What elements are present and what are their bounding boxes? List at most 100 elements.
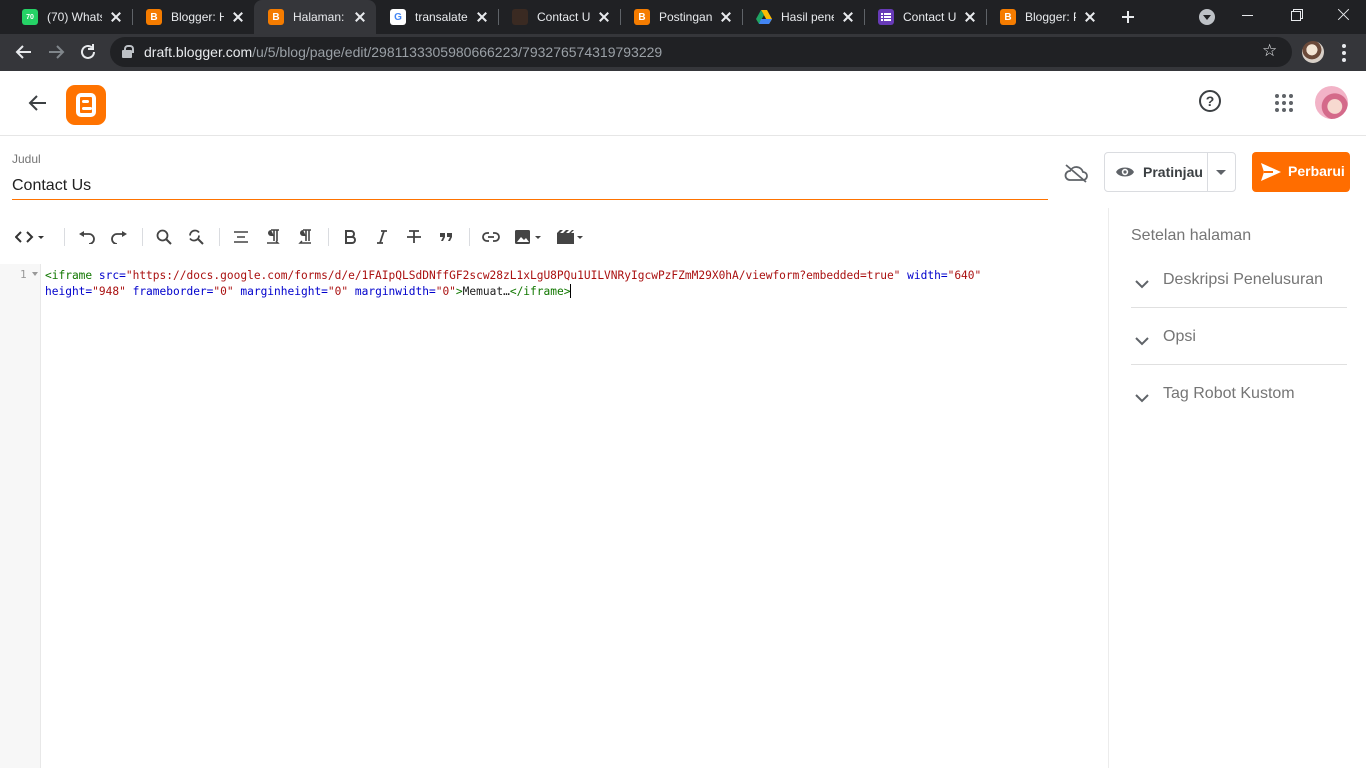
close-tab-icon[interactable] <box>108 9 124 25</box>
browser-tab-contact-us[interactable]: Contact Us <box>498 0 620 34</box>
code-editor[interactable]: 1 <iframe src="https://docs.google.com/f… <box>0 264 1108 768</box>
close-tab-icon[interactable] <box>230 9 246 25</box>
quote-icon[interactable] <box>433 224 459 250</box>
setting-search-description[interactable]: Deskripsi Penelusuran <box>1131 267 1347 324</box>
blogger-icon: B <box>1000 9 1016 25</box>
insert-image-icon[interactable] <box>512 224 544 250</box>
code-attr: height= <box>45 285 93 298</box>
setting-options[interactable]: Opsi <box>1131 324 1347 381</box>
strikethrough-icon[interactable] <box>401 224 427 250</box>
code-string: "0" <box>327 285 349 298</box>
paragraph-ltr-icon[interactable] <box>260 224 286 250</box>
browser-tab-forms-contact[interactable]: Contact Us <box>864 0 986 34</box>
update-label: Perbarui <box>1288 163 1345 179</box>
code-string: "https://docs.google.com/forms/d/e/1FAIp… <box>125 269 901 282</box>
search-icon[interactable] <box>151 224 177 250</box>
browser-tab-blogger-postingan[interactable]: B Blogger: Postingan <box>986 0 1106 34</box>
page-settings-panel: Setelan halaman Deskripsi Penelusuran Op… <box>1108 208 1366 768</box>
drive-icon <box>756 9 772 25</box>
eye-icon <box>1115 164 1135 180</box>
close-tab-icon[interactable] <box>718 9 734 25</box>
italic-icon[interactable] <box>369 224 395 250</box>
tab-title: Halaman: Edit <box>293 10 346 24</box>
google-icon: G <box>390 9 406 25</box>
window-restore-icon[interactable] <box>1290 8 1304 22</box>
window-minimize-icon[interactable] <box>1241 8 1255 22</box>
undo-icon[interactable] <box>74 224 100 250</box>
code-tag: <iframe <box>45 269 93 282</box>
blogger-icon: B <box>146 9 162 25</box>
chevron-down-icon <box>1135 390 1149 403</box>
forward-arrow-icon[interactable] <box>46 42 66 62</box>
insert-video-icon[interactable] <box>554 224 586 250</box>
preview-label: Pratinjau <box>1143 164 1203 180</box>
line-number-gutter: 1 <box>0 264 41 768</box>
close-tab-icon[interactable] <box>962 9 978 25</box>
tab-search-icon[interactable] <box>1199 9 1215 25</box>
url-text[interactable]: draft.blogger.com/u/5/blog/page/edit/298… <box>144 44 662 60</box>
tab-title: Blogger: Postingan <box>1025 10 1076 24</box>
fold-arrow-icon[interactable] <box>32 272 38 276</box>
title-field-label: Judul <box>12 152 41 166</box>
lock-icon[interactable] <box>122 45 134 58</box>
url-path: /u/5/blog/page/edit/2981133305980666223/… <box>252 44 663 60</box>
reload-icon[interactable] <box>78 42 98 62</box>
code-string: "0" <box>213 285 234 298</box>
paragraph-rtl-icon[interactable] <box>292 224 318 250</box>
code-attr: frameborder= <box>125 285 214 298</box>
align-center-icon[interactable] <box>228 224 254 250</box>
new-tab-plus-icon[interactable] <box>1118 7 1138 27</box>
help-icon[interactable]: ? <box>1199 90 1221 112</box>
tab-title: Contact Us <box>903 10 956 24</box>
update-button[interactable]: Perbarui <box>1252 152 1350 192</box>
code-attr: marginwidth= <box>348 285 436 298</box>
setting-label: Deskripsi Penelusuran <box>1163 271 1324 288</box>
page-title-input[interactable] <box>12 176 1048 200</box>
browser-tab-drive[interactable]: Hasil penelusuran <box>742 0 864 34</box>
close-tab-icon[interactable] <box>840 9 856 25</box>
preview-button[interactable]: Pratinjau <box>1105 153 1207 191</box>
tab-title: transalate <box>415 10 468 24</box>
code-content[interactable]: <iframe src="https://docs.google.com/for… <box>45 268 1045 300</box>
close-tab-icon[interactable] <box>1082 9 1098 25</box>
browser-profile-avatar[interactable] <box>1302 41 1324 63</box>
bold-icon[interactable] <box>337 224 363 250</box>
browser-tab-whatsapp[interactable]: 70 (70) WhatsApp <box>8 0 132 34</box>
settings-panel-title: Setelan halaman <box>1131 227 1252 244</box>
chevron-down-icon <box>1135 276 1149 289</box>
code-string: "640" <box>947 269 982 282</box>
back-arrow-icon[interactable] <box>26 91 50 115</box>
setting-label: Opsi <box>1163 328 1196 345</box>
browser-menu-icon[interactable] <box>1338 44 1350 62</box>
chevron-down-icon <box>1135 333 1149 346</box>
find-replace-icon[interactable] <box>183 224 209 250</box>
browser-tab-halaman-edit[interactable]: B Halaman: Edit <box>254 0 376 34</box>
close-tab-icon[interactable] <box>352 9 368 25</box>
browser-tab-blogger-halaman[interactable]: B Blogger: Halaman <box>132 0 254 34</box>
address-bar[interactable]: draft.blogger.com/u/5/blog/page/edit/298… <box>110 37 1292 67</box>
code-attr: src= <box>92 269 126 282</box>
setting-custom-robot-tags[interactable]: Tag Robot Kustom <box>1131 381 1347 438</box>
whatsapp-icon: 70 <box>22 9 38 25</box>
window-close-icon[interactable] <box>1336 8 1350 22</box>
close-tab-icon[interactable] <box>596 9 612 25</box>
redo-icon[interactable] <box>106 224 132 250</box>
cloud-off-icon <box>1063 163 1089 183</box>
browser-tab-postingan[interactable]: B Postingan <box>620 0 742 34</box>
blogger-logo-icon[interactable] <box>66 85 106 125</box>
link-icon[interactable] <box>478 224 504 250</box>
text-cursor <box>570 284 572 298</box>
line-number: 1 <box>20 268 27 281</box>
account-avatar[interactable] <box>1315 86 1348 119</box>
preview-dropdown-icon[interactable] <box>1216 170 1226 175</box>
code-attr: width= <box>900 269 948 282</box>
blogger-icon: B <box>634 9 650 25</box>
bookmark-star-icon[interactable]: ☆ <box>1262 42 1277 59</box>
url-host: draft.blogger.com <box>144 44 253 60</box>
back-arrow-icon[interactable] <box>14 42 34 62</box>
html-view-toggle[interactable] <box>12 224 48 250</box>
browser-tab-google[interactable]: G transalate <box>376 0 498 34</box>
close-tab-icon[interactable] <box>474 9 490 25</box>
tab-title: Blogger: Halaman <box>171 10 224 24</box>
google-apps-icon[interactable] <box>1275 94 1293 112</box>
